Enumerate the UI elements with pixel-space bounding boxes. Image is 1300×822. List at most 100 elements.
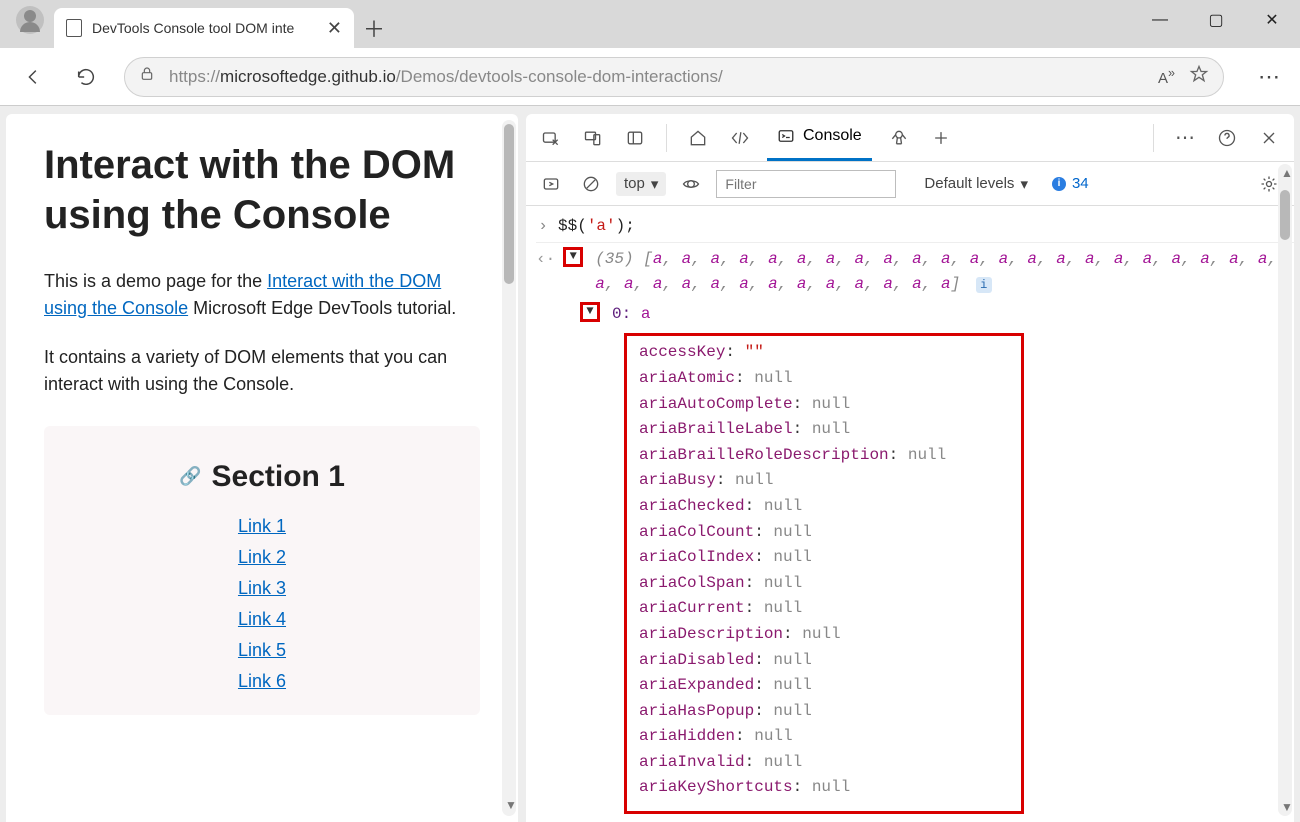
console-tab-label: Console <box>803 127 862 145</box>
devtools-pane: Console ⋯ top▾ Default levels▾ i 34 <box>526 114 1294 822</box>
browser-tab[interactable]: DevTools Console tool DOM inte ✕ <box>54 8 354 48</box>
refresh-button[interactable] <box>72 63 100 91</box>
devtools-more-icon[interactable]: ⋯ <box>1170 123 1200 153</box>
property-row[interactable]: ariaKeyShortcuts: null <box>639 775 1009 801</box>
property-row[interactable]: ariaCurrent: null <box>639 596 1009 622</box>
profile-avatar[interactable] <box>16 6 44 34</box>
property-row[interactable]: ariaColSpan: null <box>639 571 1009 597</box>
devtools-scrollbar[interactable]: ▲ ▼ <box>1278 164 1292 816</box>
info-icon[interactable]: i <box>976 277 992 293</box>
close-tab-icon[interactable]: ✕ <box>327 18 342 39</box>
section-card: 🔗 Section 1 Link 1Link 2Link 3Link 4Link… <box>44 426 480 715</box>
property-row[interactable]: ariaHidden: null <box>639 724 1009 750</box>
property-row[interactable]: ariaColCount: null <box>639 520 1009 546</box>
clear-console-icon[interactable] <box>576 169 606 199</box>
page-icon <box>66 19 82 37</box>
lock-icon <box>139 65 155 88</box>
property-row[interactable]: ariaAutoComplete: null <box>639 392 1009 418</box>
property-row[interactable]: accessKey: "" <box>639 340 1009 366</box>
devtools-tabbar: Console ⋯ <box>526 114 1294 162</box>
list-item: Link 3 <box>72 575 452 602</box>
page-title: Interact with the DOM using the Console <box>44 140 480 240</box>
section-link[interactable]: Link 6 <box>238 671 286 691</box>
back-button[interactable] <box>20 63 48 91</box>
chevron-down-icon: ▾ <box>1020 175 1028 193</box>
links-list: Link 1 Link 2 Link 3 Link 4 Link 5 Link 6 <box>72 513 452 695</box>
minimize-button[interactable]: ― <box>1132 0 1188 40</box>
address-bar: https://microsoftedge.github.io/Demos/de… <box>0 48 1300 106</box>
issues-badge-icon: i <box>1052 177 1066 191</box>
console-tab[interactable]: Console <box>767 114 872 161</box>
section-link[interactable]: Link 4 <box>238 609 286 629</box>
input-caret-icon: › <box>536 214 550 240</box>
list-item: Link 5 <box>72 637 452 664</box>
page-scrollbar[interactable]: ▼ <box>502 120 516 816</box>
console-input-row: › $$('a'); <box>536 212 1294 242</box>
property-row[interactable]: ariaHasPopup: null <box>639 699 1009 725</box>
console-output-row[interactable]: ‹· ▼ (35) [a, a, a, a, a, a, a, a, a, a,… <box>536 242 1294 300</box>
sources-tab-icon[interactable] <box>884 123 914 153</box>
expand-array-toggle[interactable]: ▼ <box>563 247 583 267</box>
issues-counter[interactable]: i 34 <box>1052 175 1089 192</box>
list-item: Link 4 <box>72 606 452 633</box>
maximize-button[interactable]: ▢ <box>1188 0 1244 40</box>
section-heading: 🔗 Section 1 <box>72 454 452 499</box>
console-body[interactable]: › $$('a'); ‹· ▼ (35) [a, a, a, a, a, a, … <box>526 206 1294 822</box>
element-properties-box[interactable]: accessKey: ""ariaAtomic: nullariaAutoCom… <box>624 333 1024 814</box>
page-content: Interact with the DOM using the Console … <box>6 114 518 715</box>
content-split: Interact with the DOM using the Console … <box>0 106 1300 822</box>
favorite-icon[interactable] <box>1189 64 1209 89</box>
close-window-button[interactable]: ✕ <box>1244 0 1300 40</box>
property-row[interactable]: ariaColIndex: null <box>639 545 1009 571</box>
output-caret-icon: ‹· <box>536 247 555 273</box>
anchor-icon[interactable]: 🔗 <box>179 463 201 490</box>
property-row[interactable]: ariaChecked: null <box>639 494 1009 520</box>
intro-paragraph-1: This is a demo page for the Interact wit… <box>44 268 480 322</box>
new-tab-button[interactable]: ＋ <box>354 8 394 48</box>
section-link[interactable]: Link 2 <box>238 547 286 567</box>
list-item: Link 1 <box>72 513 452 540</box>
property-row[interactable]: ariaAtomic: null <box>639 366 1009 392</box>
array-index-row[interactable]: ▼ 0: a <box>536 300 1294 330</box>
issues-count: 34 <box>1072 175 1089 192</box>
welcome-tab-icon[interactable] <box>683 123 713 153</box>
property-row[interactable]: ariaInvalid: null <box>639 750 1009 776</box>
intro-paragraph-2: It contains a variety of DOM elements th… <box>44 344 480 398</box>
filter-input[interactable] <box>716 170 896 198</box>
array-preview[interactable]: (35) [a, a, a, a, a, a, a, a, a, a, a, a… <box>595 247 1294 298</box>
scroll-thumb[interactable] <box>504 124 514 284</box>
inspect-element-icon[interactable] <box>536 123 566 153</box>
live-expression-icon[interactable] <box>676 169 706 199</box>
omnibox[interactable]: https://microsoftedge.github.io/Demos/de… <box>124 57 1224 97</box>
window-controls: ― ▢ ✕ <box>1132 0 1300 40</box>
context-selector[interactable]: top▾ <box>616 172 666 196</box>
elements-tab-icon[interactable] <box>725 123 755 153</box>
section-link[interactable]: Link 3 <box>238 578 286 598</box>
scroll-down-icon[interactable]: ▼ <box>505 798 517 812</box>
list-item: Link 2 <box>72 544 452 571</box>
section-link[interactable]: Link 1 <box>238 516 286 536</box>
close-devtools-icon[interactable] <box>1254 123 1284 153</box>
browser-menu-button[interactable]: ⋯ <box>1258 64 1280 90</box>
expand-element-toggle[interactable]: ▼ <box>580 302 600 322</box>
scroll-up-icon[interactable]: ▲ <box>1281 166 1293 180</box>
scroll-down-icon[interactable]: ▼ <box>1281 800 1293 814</box>
scroll-thumb[interactable] <box>1280 190 1290 240</box>
property-row[interactable]: ariaDisabled: null <box>639 648 1009 674</box>
section-link[interactable]: Link 5 <box>238 640 286 660</box>
browser-titlebar: DevTools Console tool DOM inte ✕ ＋ ― ▢ ✕ <box>0 0 1300 48</box>
webpage-pane: Interact with the DOM using the Console … <box>6 114 518 822</box>
log-levels-selector[interactable]: Default levels▾ <box>924 175 1028 193</box>
property-row[interactable]: ariaExpanded: null <box>639 673 1009 699</box>
property-row[interactable]: ariaDescription: null <box>639 622 1009 648</box>
toggle-sidebar-icon[interactable] <box>536 169 566 199</box>
property-row[interactable]: ariaBusy: null <box>639 468 1009 494</box>
help-icon[interactable] <box>1212 123 1242 153</box>
dock-side-icon[interactable] <box>620 123 650 153</box>
property-row[interactable]: ariaBrailleRoleDescription: null <box>639 443 1009 469</box>
property-row[interactable]: ariaBrailleLabel: null <box>639 417 1009 443</box>
new-tab-plus-icon[interactable] <box>926 123 956 153</box>
read-aloud-icon[interactable]: A» <box>1158 66 1175 87</box>
device-emulation-icon[interactable] <box>578 123 608 153</box>
chevron-down-icon: ▾ <box>651 175 659 193</box>
